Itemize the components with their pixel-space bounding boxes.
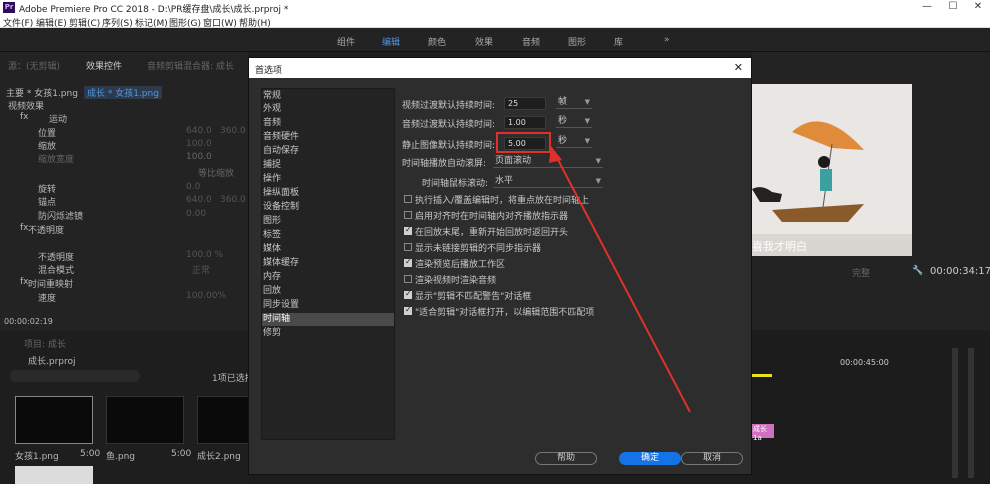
annotation-arrow-icon <box>549 146 691 413</box>
